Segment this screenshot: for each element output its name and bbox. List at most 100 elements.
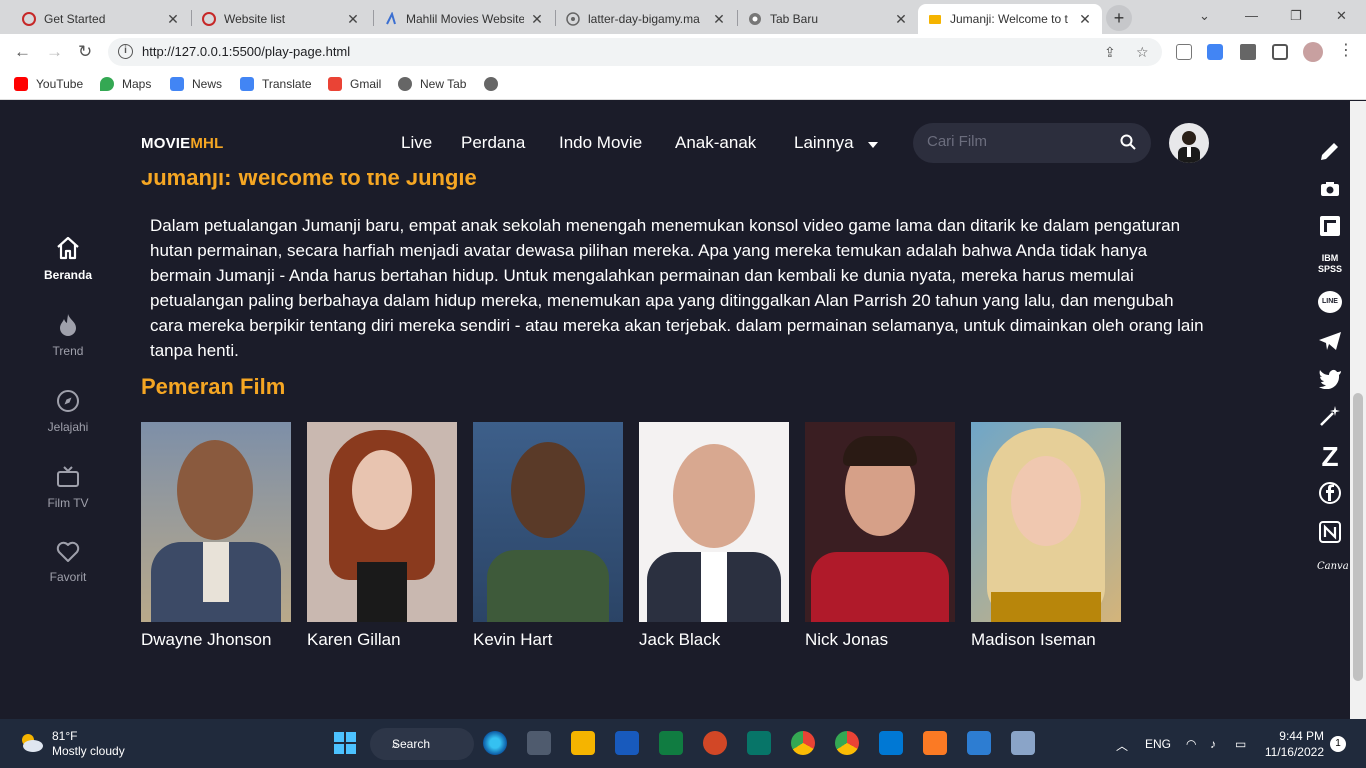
facebook-icon[interactable]: [1317, 481, 1343, 510]
close-window-button[interactable]: ✕: [1336, 8, 1347, 24]
page-scrollbar[interactable]: [1350, 101, 1366, 719]
file-explorer-icon[interactable]: [571, 731, 595, 755]
translate-extension-icon[interactable]: [1207, 44, 1223, 60]
search-icon[interactable]: [1120, 134, 1136, 155]
excel-icon[interactable]: [659, 731, 683, 755]
close-tab-icon[interactable]: ✕: [894, 11, 908, 28]
edge-icon[interactable]: [483, 731, 507, 755]
magic-wand-icon[interactable]: [1317, 405, 1343, 432]
site-info-icon[interactable]: i: [118, 44, 133, 59]
bookmark-star-icon[interactable]: ☆: [1136, 44, 1149, 61]
notification-badge[interactable]: 1: [1330, 736, 1346, 752]
vscode-icon[interactable]: [879, 731, 903, 755]
taskbar-search-button[interactable]: ⌕ Search: [370, 728, 474, 760]
nav-live[interactable]: Live: [401, 133, 432, 153]
browser-tab[interactable]: latter-day-bigamy.ma ✕: [556, 4, 736, 34]
address-bar[interactable]: i http://127.0.0.1:5500/play-page.html ⇪…: [108, 38, 1162, 66]
twitter-icon[interactable]: [1317, 369, 1343, 394]
canva-icon[interactable]: Canva: [1317, 561, 1349, 572]
reload-icon[interactable]: ↻: [78, 42, 92, 62]
document-icon[interactable]: [1176, 44, 1192, 60]
sidebar-item-film-tv[interactable]: Film TV: [28, 465, 108, 510]
window-app-icon[interactable]: [1317, 215, 1343, 242]
close-tab-icon[interactable]: ✕: [530, 11, 544, 28]
nav-perdana[interactable]: Perdana: [461, 133, 525, 153]
forward-arrow-icon[interactable]: →: [46, 42, 63, 62]
sidebar-item-trend[interactable]: Trend: [28, 313, 108, 358]
share-icon[interactable]: ⇪: [1104, 44, 1116, 61]
bookmark-new-tab[interactable]: New Tab: [398, 77, 466, 91]
back-arrow-icon[interactable]: ←: [14, 42, 31, 62]
user-avatar[interactable]: [1169, 123, 1209, 163]
line-icon[interactable]: LINE: [1317, 291, 1343, 313]
browser-tab[interactable]: Get Started ✕: [12, 4, 190, 34]
camera-app-icon[interactable]: [527, 731, 551, 755]
chrome-profile-icon[interactable]: [835, 731, 859, 755]
bookmark-translate[interactable]: Translate: [240, 77, 312, 91]
bookmark-maps[interactable]: Maps: [100, 77, 151, 91]
menu-kebab-icon[interactable]: ⋮: [1338, 40, 1354, 60]
word-icon[interactable]: [615, 731, 639, 755]
bookmark-gmail[interactable]: Gmail: [328, 77, 381, 91]
windows-start-icon[interactable]: [333, 731, 357, 755]
close-tab-icon[interactable]: ✕: [712, 11, 726, 28]
photos-icon[interactable]: [967, 731, 991, 755]
url-text[interactable]: http://127.0.0.1:5500/play-page.html: [142, 44, 350, 59]
side-panel-icon[interactable]: [1272, 44, 1288, 60]
weather-widget[interactable]: 81°F Mostly cloudy: [18, 729, 125, 759]
profile-avatar[interactable]: [1303, 42, 1323, 62]
close-tab-icon[interactable]: ✕: [346, 11, 360, 28]
sidebar-item-jelajahi[interactable]: Jelajahi: [28, 389, 108, 434]
nav-lainnya[interactable]: Lainnya: [794, 133, 854, 153]
sidebar-item-favorit[interactable]: Favorit: [28, 541, 108, 584]
xampp-icon[interactable]: [923, 731, 947, 755]
zoom-z-icon[interactable]: Z: [1317, 441, 1343, 473]
cast-card[interactable]: Dwayne Jhonson: [141, 422, 291, 649]
tab-favicon-icon: [384, 11, 398, 26]
tab-title: latter-day-bigamy.ma: [588, 12, 700, 26]
telegram-icon[interactable]: [1317, 331, 1343, 356]
wifi-icon[interactable]: ◠: [1186, 737, 1196, 751]
extensions-puzzle-icon[interactable]: [1240, 44, 1256, 60]
browser-tab-active[interactable]: Jumanji: Welcome to t ✕: [918, 4, 1102, 34]
close-tab-icon[interactable]: ✕: [1078, 11, 1092, 28]
cast-card[interactable]: Jack Black: [639, 422, 789, 649]
tab-search-icon[interactable]: ⌄: [1199, 8, 1210, 24]
nav-indo-movie[interactable]: Indo Movie: [559, 133, 642, 153]
scrollbar-thumb[interactable]: [1353, 393, 1363, 681]
browser-tab[interactable]: Website list ✕: [192, 4, 370, 34]
browser-tab[interactable]: Mahlil Movies Website ✕: [374, 4, 554, 34]
network-app-icon[interactable]: [1011, 731, 1035, 755]
camera-icon[interactable]: [1317, 181, 1343, 202]
notion-icon[interactable]: [1317, 521, 1343, 548]
minimize-button[interactable]: —: [1245, 8, 1258, 23]
sidebar-item-beranda[interactable]: Beranda: [28, 235, 108, 282]
cast-card[interactable]: Madison Iseman: [971, 422, 1121, 649]
battery-icon[interactable]: ▭: [1235, 737, 1246, 751]
pencil-icon[interactable]: [1317, 139, 1343, 168]
ibm-spss-icon[interactable]: IBM SPSS: [1317, 253, 1343, 275]
nav-anak-anak[interactable]: Anak-anak: [675, 133, 756, 153]
language-indicator[interactable]: ENG: [1145, 737, 1171, 751]
publisher-icon[interactable]: [747, 731, 771, 755]
chevron-down-icon[interactable]: [868, 142, 878, 148]
new-tab-button[interactable]: +: [1106, 5, 1132, 31]
bookmark-news[interactable]: News: [170, 77, 222, 91]
site-logo[interactable]: MOVIEMHL: [141, 135, 223, 152]
bookmark-youtube[interactable]: YouTube: [14, 77, 83, 91]
cast-photo: [971, 422, 1121, 622]
bookmark-extra[interactable]: [484, 77, 506, 91]
bookmark-label: Maps: [122, 77, 152, 91]
powerpoint-icon[interactable]: [703, 731, 727, 755]
browser-tab[interactable]: Tab Baru ✕: [738, 4, 918, 34]
volume-icon[interactable]: ♪: [1210, 737, 1216, 751]
cast-card[interactable]: Karen Gillan: [307, 422, 457, 649]
chrome-icon[interactable]: [791, 731, 815, 755]
restore-button[interactable]: ❐: [1290, 8, 1302, 24]
chevron-up-icon[interactable]: ︿: [1116, 737, 1128, 754]
cast-card[interactable]: Kevin Hart: [473, 422, 623, 649]
close-tab-icon[interactable]: ✕: [166, 11, 180, 28]
search-input[interactable]: [927, 133, 1107, 150]
taskbar-clock[interactable]: 9:44 PM 11/16/2022: [1262, 728, 1324, 760]
cast-card[interactable]: Nick Jonas: [805, 422, 955, 649]
